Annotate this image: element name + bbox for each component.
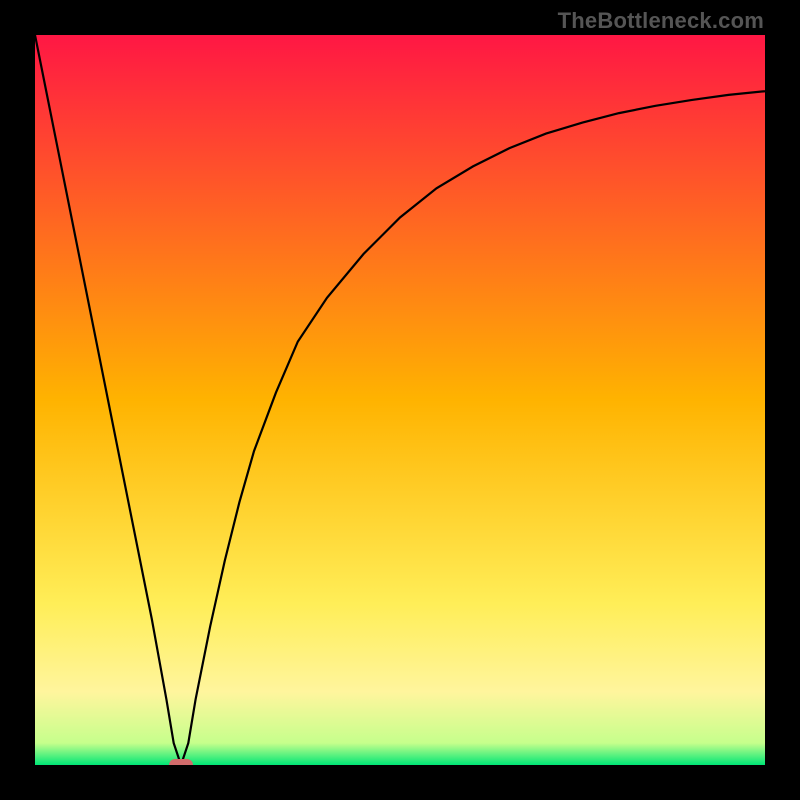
vertex-marker bbox=[169, 759, 193, 765]
chart-svg bbox=[35, 35, 765, 765]
watermark-text: TheBottleneck.com bbox=[558, 8, 764, 34]
chart-frame: TheBottleneck.com bbox=[0, 0, 800, 800]
plot-area bbox=[35, 35, 765, 765]
gradient-background bbox=[35, 35, 765, 765]
